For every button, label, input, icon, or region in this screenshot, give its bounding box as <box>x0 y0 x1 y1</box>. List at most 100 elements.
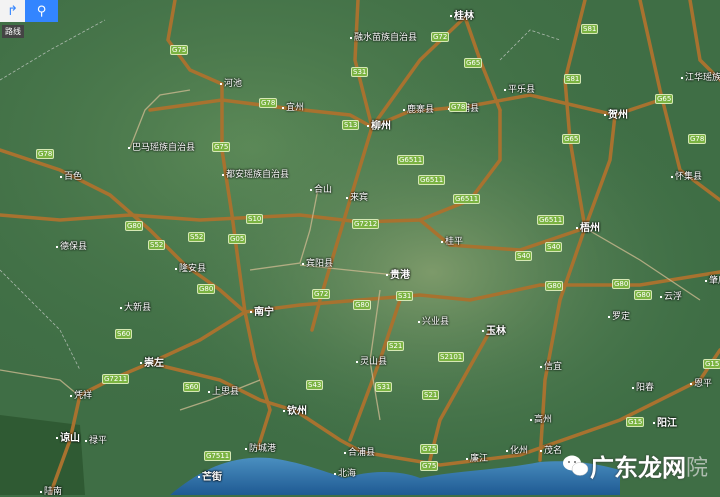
city-label[interactable]: 江华瑶族自治 <box>681 73 720 83</box>
city-label[interactable]: 来宾 <box>346 193 368 203</box>
highway-shield: G78 <box>688 134 707 144</box>
watermark: 广东龙网 院 <box>562 448 708 483</box>
city-label[interactable]: 禄平 <box>85 436 107 446</box>
city-label[interactable]: 融水苗族自治县 <box>350 33 417 43</box>
highway-shield: G7211 <box>102 374 130 384</box>
highway-shield: G78 <box>259 98 278 108</box>
city-label[interactable]: 灵山县 <box>356 357 387 367</box>
city-label[interactable]: 贵港 <box>386 271 410 281</box>
highway-shield: S40 <box>545 242 563 252</box>
city-label[interactable]: 阳春 <box>632 383 654 393</box>
highway-shield: G80 <box>545 281 564 291</box>
city-label[interactable]: 廉江 <box>466 454 488 464</box>
wechat-icon <box>563 455 589 476</box>
city-label[interactable]: 大新县 <box>120 303 151 313</box>
search-button[interactable]: ⚲ <box>25 0 58 22</box>
city-label[interactable]: 信宜 <box>540 362 562 372</box>
city-label[interactable]: 防城港 <box>245 444 276 454</box>
city-label[interactable]: 谅山 <box>56 434 80 444</box>
route-icon: ↱ <box>7 3 18 19</box>
highway-shield: G75 <box>170 45 189 55</box>
highway-shield: G6511 <box>418 175 446 185</box>
city-label[interactable]: 茂名 <box>540 446 562 456</box>
highway-shield: S52 <box>188 232 206 242</box>
city-label[interactable]: 贺州 <box>604 111 628 121</box>
city-label[interactable]: 兴业县 <box>418 317 449 327</box>
city-label[interactable]: 肇庆 <box>705 276 720 286</box>
city-label[interactable]: 怀集县 <box>671 172 702 182</box>
highway-shield: G65 <box>655 94 674 104</box>
city-label[interactable]: 德保县 <box>56 242 87 252</box>
city-label[interactable]: 都安瑶族自治县 <box>222 170 289 180</box>
highway-shield: G65 <box>562 134 581 144</box>
city-label[interactable]: 百色 <box>60 172 82 182</box>
city-label[interactable]: 隆安县 <box>175 264 206 274</box>
city-label[interactable]: 凭祥 <box>70 391 92 401</box>
city-label[interactable]: 南宁 <box>250 308 274 318</box>
highway-shield: G80 <box>353 300 372 310</box>
route-tooltip: 路线 <box>2 25 24 38</box>
highway-shield: G75 <box>420 461 439 471</box>
highway-shield: S60 <box>183 382 201 392</box>
highway-shield: S31 <box>375 382 393 392</box>
highway-shield: S81 <box>564 74 582 84</box>
highway-shield: G15 <box>626 417 645 427</box>
city-label[interactable]: 桂林 <box>450 12 474 22</box>
city-label[interactable]: 梧州 <box>576 224 600 234</box>
highway-shield: G80 <box>125 221 144 231</box>
city-label[interactable]: 鹿寨县 <box>403 105 434 115</box>
highway-shield: G6511 <box>537 215 565 225</box>
city-label[interactable]: 阳江 <box>653 419 677 429</box>
highway-shield: G15 <box>703 359 720 369</box>
highway-shield: G7212 <box>352 219 380 229</box>
highway-shield: S81 <box>581 24 599 34</box>
city-label[interactable]: 桂平 <box>441 237 463 247</box>
highway-shield: S52 <box>148 240 166 250</box>
highway-shield: G6511 <box>453 194 481 204</box>
city-label[interactable]: 化州 <box>506 446 528 456</box>
route-button[interactable]: ↱ <box>0 0 25 22</box>
highway-shield: S43 <box>306 380 324 390</box>
highway-shield: S21 <box>422 390 440 400</box>
highway-shield: S60 <box>115 329 133 339</box>
city-label[interactable]: 恩平 <box>690 379 712 389</box>
highway-shield: S10 <box>246 214 264 224</box>
city-label[interactable]: 玉林 <box>482 327 506 337</box>
highway-shield: S31 <box>351 67 369 77</box>
city-label[interactable]: 陆南 <box>40 487 62 497</box>
watermark-suffix: 院 <box>686 455 709 481</box>
highway-shield: G78 <box>449 102 468 112</box>
highway-shield: S40 <box>515 251 533 261</box>
city-label[interactable]: 合山 <box>310 185 332 195</box>
highway-shield: G80 <box>634 290 653 300</box>
city-label[interactable]: 合浦县 <box>344 448 375 458</box>
city-label[interactable]: 柳州 <box>367 122 391 132</box>
highway-shield: G7511 <box>204 451 232 461</box>
city-label[interactable]: 上思县 <box>208 387 239 397</box>
city-label[interactable]: 罗定 <box>608 312 630 322</box>
highway-shield: G65 <box>464 58 483 68</box>
city-label[interactable]: 宜州 <box>282 103 304 113</box>
city-label[interactable]: 高州 <box>530 415 552 425</box>
city-label[interactable]: 云浮 <box>660 292 682 302</box>
highway-shield: G72 <box>431 32 450 42</box>
highway-shield: S21 <box>387 341 405 351</box>
city-label[interactable]: 宾阳县 <box>302 259 333 269</box>
city-label[interactable]: 平乐县 <box>504 85 535 95</box>
highway-shield: G80 <box>612 279 631 289</box>
city-label[interactable]: 崇左 <box>140 359 164 369</box>
city-label[interactable]: 北海 <box>334 469 356 479</box>
highway-shield: G6511 <box>397 155 425 165</box>
highway-shield: S13 <box>342 120 360 130</box>
city-label[interactable]: 钦州 <box>283 407 307 417</box>
highway-shield: G72 <box>312 289 331 299</box>
highway-shield: G75 <box>212 142 231 152</box>
city-label[interactable]: 巴马瑶族自治县 <box>128 143 195 153</box>
highway-shield: S31 <box>396 291 414 301</box>
highway-shield: G78 <box>36 149 55 159</box>
highway-shield: G80 <box>197 284 216 294</box>
city-label[interactable]: 河池 <box>220 79 242 89</box>
city-label[interactable]: 芒街 <box>198 473 222 483</box>
highway-shield: G75 <box>420 444 439 454</box>
highway-shield: G05 <box>228 234 247 244</box>
